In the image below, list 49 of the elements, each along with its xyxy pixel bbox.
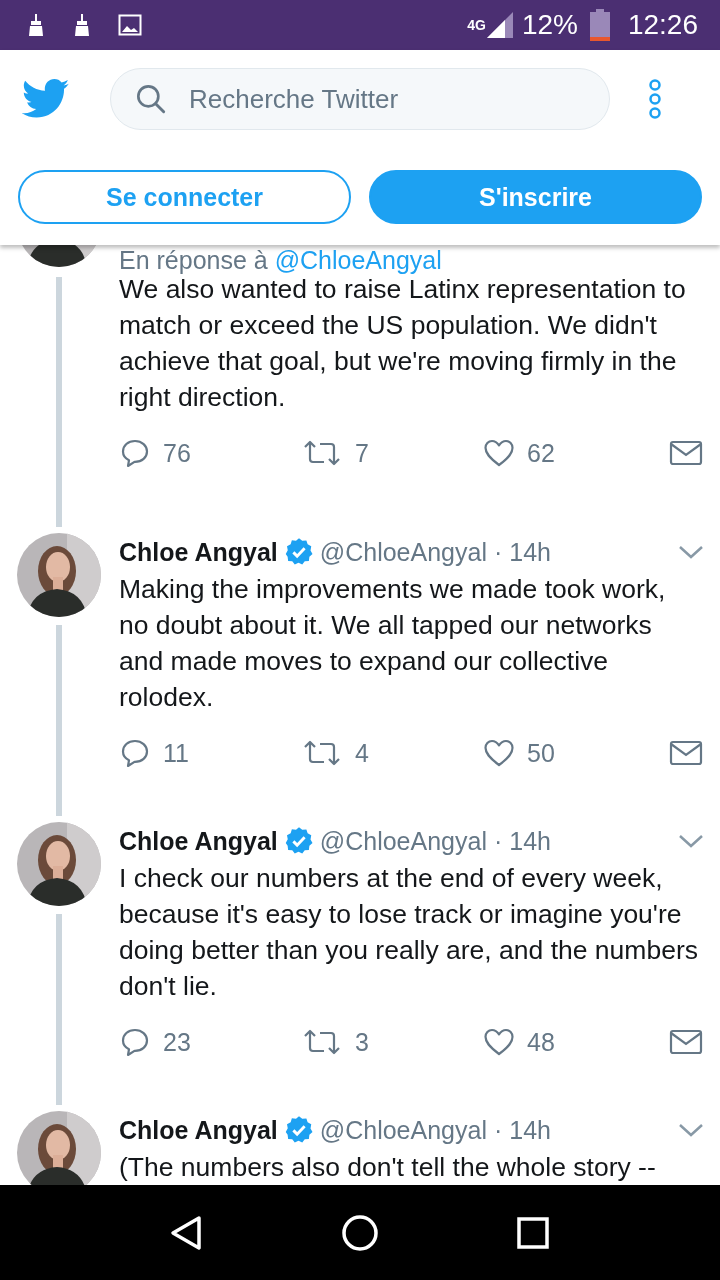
network-type: 4G (467, 17, 486, 33)
tweet-text: Making the improvements we made took work, no doubt about it. We all tapped our networks and made moves to expand our collective rolodex. (119, 573, 667, 714)
tweet-text: I check our numbers at the end of every week, because it's easy to lose track or imagine you're doing better than you really are, and the numbers don't lie. (119, 862, 699, 1003)
timestamp: · 14h (493, 537, 551, 567)
reply-icon[interactable] (119, 738, 151, 768)
author-handle: @ChloeAngyal (319, 1115, 487, 1145)
like-count: 50 (527, 738, 555, 768)
reply-count: 23 (163, 1027, 191, 1057)
reply-icon[interactable] (119, 1027, 151, 1057)
heart-icon[interactable] (483, 1027, 515, 1057)
signal-icon (485, 11, 514, 39)
heart-icon[interactable] (483, 438, 515, 468)
chevron-down-icon[interactable] (678, 833, 704, 849)
retweet-count: 4 (355, 738, 369, 768)
like-count: 48 (527, 1027, 555, 1057)
author-name[interactable]: Chloe Angyal (119, 537, 278, 567)
reply-count: 76 (163, 438, 191, 468)
tweet-text: We also wanted to raise Latinx representation to match or exceed the US population. We didn't achieve that goal, but we're moving firmly in the right direction. (119, 274, 687, 414)
search-icon (135, 83, 167, 115)
bird-logo[interactable] (22, 79, 70, 119)
battery-percentage: 12% (521, 9, 578, 41)
author-name[interactable]: Chloe Angyal (119, 1115, 278, 1145)
broom-icon (26, 13, 46, 37)
mail-icon[interactable] (669, 1028, 703, 1056)
clock: 12:26 (627, 9, 698, 41)
retweet-count: 3 (355, 1027, 369, 1057)
heart-icon[interactable] (483, 738, 515, 768)
retweet-count: 7 (355, 438, 369, 468)
image-icon (118, 13, 142, 37)
home-icon[interactable] (340, 1212, 380, 1253)
like-count: 62 (527, 438, 555, 468)
battery-icon (589, 9, 610, 41)
broom-icon (72, 13, 92, 37)
reply-count: 11 (163, 738, 189, 768)
mail-icon[interactable] (669, 739, 703, 767)
author-handle: @ChloeAngyal (319, 826, 487, 856)
author-name[interactable]: Chloe Angyal (119, 826, 278, 856)
author-handle: @ChloeAngyal (319, 537, 487, 567)
reply-icon[interactable] (119, 438, 151, 468)
timestamp: · 14h (493, 826, 551, 856)
timestamp: · 14h (493, 1115, 551, 1145)
mail-icon[interactable] (669, 439, 703, 467)
search-field[interactable]: Recherche Twitter (110, 68, 610, 130)
search-input[interactable]: Recherche Twitter (187, 82, 571, 116)
chevron-down-icon[interactable] (678, 1122, 704, 1138)
reply-label: En réponse à (119, 246, 268, 274)
more-options-icon[interactable] (648, 79, 662, 119)
chevron-down-icon[interactable] (678, 544, 704, 560)
tweet-text: (The numbers also don't tell the whole story -- (119, 1151, 657, 1184)
